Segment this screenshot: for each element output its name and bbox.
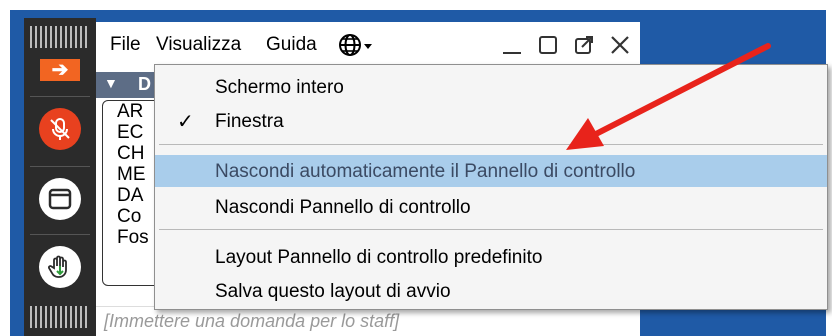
hand-icon (39, 246, 81, 288)
raise-hand-button[interactable] (24, 236, 96, 298)
toolbar-grip-bottom[interactable] (30, 306, 90, 328)
menu-divider (159, 144, 823, 145)
control-toolbar: ➔ (24, 18, 96, 336)
minimize-icon[interactable] (500, 33, 524, 57)
maximize-icon[interactable] (536, 33, 560, 57)
menu-file[interactable]: File (110, 34, 141, 56)
menu-item-label: Nascondi Pannello di controllo (215, 197, 471, 218)
window-icon (39, 178, 81, 220)
question-input[interactable]: [Immettere una domanda per lo staff] (96, 306, 640, 336)
menu-item-fullscreen[interactable]: Schermo intero (155, 71, 827, 103)
close-icon[interactable] (608, 33, 632, 57)
menu-help[interactable]: Guida (266, 34, 317, 56)
toolbar-divider (30, 96, 90, 97)
menu-view[interactable]: Visualizza (156, 34, 241, 56)
mic-muted-icon (39, 108, 81, 150)
popout-icon[interactable] (572, 33, 596, 57)
menu-item-label: Layout Pannello di controllo predefinito (215, 247, 543, 268)
collapse-toolbar-button[interactable]: ➔ (24, 50, 96, 90)
menu-item-auto-hide[interactable]: Nascondi automaticamente il Pannello di … (155, 155, 827, 187)
menu-item-window[interactable]: ✓ Finestra (155, 105, 827, 137)
view-menu-dropdown: Schermo intero ✓ Finestra Nascondi autom… (154, 64, 828, 310)
menu-bar: File Visualizza Guida (96, 22, 640, 68)
menu-divider (159, 229, 823, 230)
question-placeholder: [Immettere una domanda per lo staff] (104, 311, 400, 331)
toolbar-divider (30, 166, 90, 167)
collapse-triangle-icon: ▼ (104, 75, 118, 91)
language-menu[interactable] (338, 32, 374, 64)
menu-item-label: Nascondi automaticamente il Pannello di … (215, 161, 636, 182)
window-controls (500, 33, 632, 57)
menu-item-label: Salva questo layout di avvio (215, 281, 451, 302)
menu-item-label: Schermo intero (215, 77, 344, 98)
checkmark-icon: ✓ (177, 111, 194, 133)
toolbar-grip-top[interactable] (30, 26, 90, 48)
window-button[interactable] (24, 168, 96, 230)
menu-item-hide-panel[interactable]: Nascondi Pannello di controllo (155, 191, 827, 223)
menu-item-default-layout[interactable]: Layout Pannello di controllo predefinito (155, 241, 827, 273)
arrow-right-icon: ➔ (40, 59, 80, 81)
microphone-button[interactable] (24, 98, 96, 160)
menu-item-save-layout[interactable]: Salva questo layout di avvio (155, 275, 827, 307)
toolbar-divider (30, 234, 90, 235)
menu-item-label: Finestra (215, 111, 284, 132)
section-label: D (138, 74, 151, 94)
globe-icon (338, 34, 374, 63)
